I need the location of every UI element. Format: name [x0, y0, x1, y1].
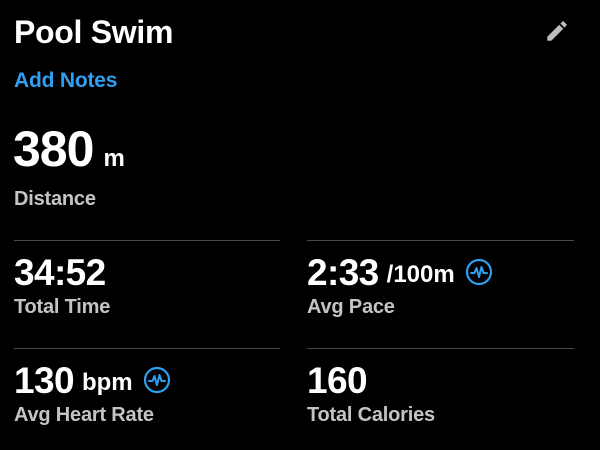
stat-value-row: 160 [307, 360, 435, 400]
stat-value-row: 34:52 [14, 252, 110, 292]
avg-pace-unit: /100m [386, 261, 455, 288]
add-notes-link[interactable]: Add Notes [14, 69, 117, 93]
edit-button[interactable] [540, 14, 574, 48]
avg-pace-label: Avg Pace [307, 296, 395, 318]
divider [14, 240, 280, 241]
divider [307, 348, 574, 349]
divider [307, 240, 574, 241]
stat-total-time: 34:52 Total Time [14, 252, 110, 319]
distance-number: 380 [13, 121, 94, 177]
avg-heart-rate-unit: bpm [81, 369, 133, 396]
distance-value: 380 m [13, 124, 125, 174]
stat-avg-pace: 2:33 /100m Avg Pace [307, 252, 493, 319]
stat-value-row: 130 bpm [14, 360, 171, 400]
activity-title: Pool Swim [14, 14, 174, 50]
pencil-icon [547, 21, 567, 41]
stat-value-row: 2:33 /100m [307, 252, 493, 292]
avg-heart-rate-label: Avg Heart Rate [14, 404, 154, 426]
avg-heart-rate-value: 130 [14, 359, 75, 401]
total-time-value: 34:52 [14, 251, 106, 293]
divider [14, 348, 280, 349]
total-calories-label: Total Calories [307, 404, 435, 426]
heart-rate-wave-icon[interactable] [143, 366, 171, 394]
total-calories-value: 160 [307, 359, 368, 401]
stat-avg-heart-rate: 130 bpm Avg Heart Rate [14, 360, 171, 427]
distance-label: Distance [14, 188, 96, 210]
heart-rate-wave-icon[interactable] [465, 258, 493, 286]
total-time-label: Total Time [14, 296, 111, 318]
stat-total-calories: 160 Total Calories [307, 360, 435, 427]
distance-unit: m [103, 145, 125, 172]
avg-pace-value: 2:33 [307, 251, 379, 293]
